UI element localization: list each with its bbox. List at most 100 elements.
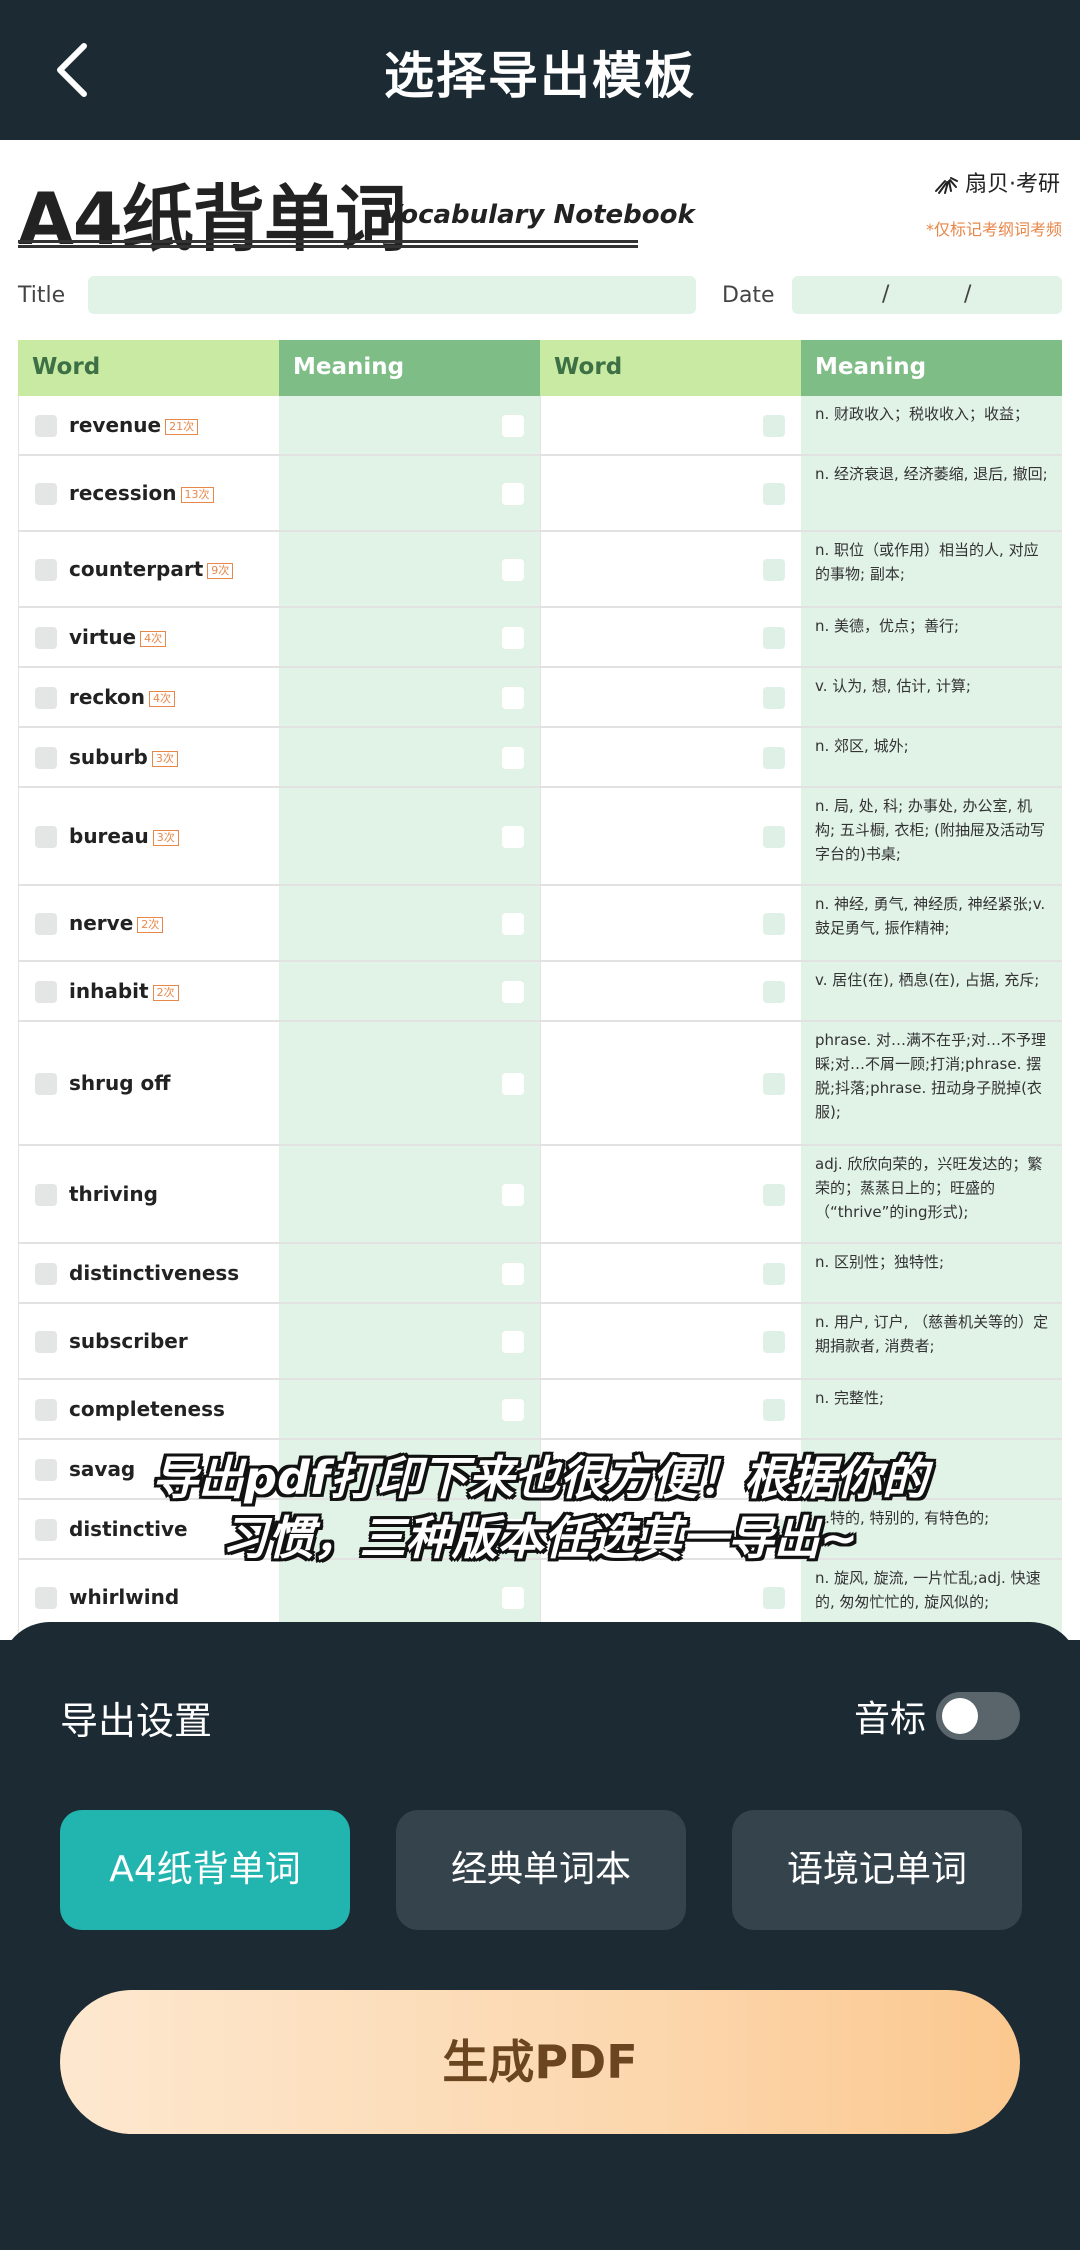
vocabulary-table: Word Meaning Word Meaning revenue 21次 n. 财… (18, 340, 1062, 1636)
word-cell: completeness (18, 1380, 279, 1438)
word-checkbox (35, 559, 57, 581)
table-row: thriving adj. 欣欣向荣的，兴旺发达的；繁荣的；蒸蒸日上的；旺盛的（“… (18, 1146, 1062, 1244)
meaning-cell: n. 财政收入；税收收入；收益； (801, 396, 1062, 454)
meaning-cell (279, 1304, 540, 1378)
word-text: suburb 3次 (69, 745, 178, 769)
word-cell: thriving (18, 1146, 279, 1242)
frequency-badge: 9次 (207, 562, 234, 579)
word-cell (540, 728, 801, 786)
date-separator: / (964, 282, 972, 307)
meaning-checkbox (502, 981, 524, 1003)
word-text: bureau 3次 (69, 824, 179, 848)
word-checkbox (763, 415, 785, 437)
frequency-badge: 21次 (165, 418, 199, 435)
word-text: nerve 2次 (69, 911, 164, 935)
meaning-cell (279, 1244, 540, 1302)
word-checkbox (35, 1263, 57, 1285)
page-title: 选择导出模板 (384, 47, 696, 105)
table-row: reckon 4次 v. 认为, 想, 估计, 计算; (18, 668, 1062, 728)
word-checkbox (763, 913, 785, 935)
word-cell (540, 608, 801, 666)
meaning-checkbox (502, 415, 524, 437)
template-option-classic[interactable]: 经典单词本 (396, 1810, 686, 1930)
meaning-text: phrase. 对…满不在乎;对…不予理睬;对…不屑一顾;打消;phrase. … (815, 1031, 1047, 1121)
meaning-cell (279, 532, 540, 606)
word-text: thriving (69, 1182, 158, 1206)
meaning-cell: n. 区别性；独特性; (801, 1244, 1062, 1302)
word-label: shrug off (69, 1071, 171, 1095)
table-row: suburb 3次 n. 郊区, 城外; (18, 728, 1062, 788)
word-checkbox (763, 627, 785, 649)
meaning-checkbox (502, 1184, 524, 1206)
table-row: counterpart 9次 n. 职位（或作用）相当的人, 对应的事物; 副本; (18, 532, 1062, 608)
word-cell: counterpart 9次 (18, 532, 279, 606)
word-cell: bureau 3次 (18, 788, 279, 884)
meaning-text: n. 区别性；独特性; (815, 1253, 945, 1271)
word-label: counterpart (69, 557, 204, 581)
word-cell (540, 1380, 801, 1438)
generate-pdf-button[interactable]: 生成PDF (60, 1990, 1020, 2134)
word-checkbox (35, 1331, 57, 1353)
meaning-cell (279, 788, 540, 884)
frequency-badge: 3次 (151, 750, 178, 767)
word-checkbox (763, 1073, 785, 1095)
meaning-checkbox (502, 1263, 524, 1285)
toggle-knob (942, 1698, 978, 1734)
shanbay-logo-icon (935, 177, 958, 194)
meaning-cell: n. 郊区, 城外; (801, 728, 1062, 786)
meaning-cell (279, 962, 540, 1020)
meaning-cell (279, 728, 540, 786)
word-cell (540, 1146, 801, 1242)
paper-title: A4纸背单词 (18, 177, 407, 261)
word-label: recession (69, 481, 177, 505)
word-checkbox (35, 415, 57, 437)
word-checkbox (35, 1399, 57, 1421)
frequency-badge: 4次 (149, 690, 176, 707)
word-label: inhabit (69, 979, 149, 1003)
table-header: Word Meaning Word Meaning (18, 340, 1062, 396)
phonetic-toggle[interactable] (936, 1692, 1020, 1740)
word-text: virtue 4次 (69, 625, 167, 649)
table-row: nerve 2次 n. 神经, 勇气, 神经质, 神经紧张;v. 鼓足勇气, 振作精… (18, 886, 1062, 962)
word-cell: recession 13次 (18, 456, 279, 530)
template-option-a4[interactable]: A4纸背单词 (60, 1810, 350, 1930)
meaning-cell (279, 456, 540, 530)
word-text: revenue 21次 (69, 413, 199, 437)
meaning-text: n. 郊区, 城外; (815, 737, 909, 755)
meaning-text: n. 用户, 订户, （慈善机关等的）定期捐款者, 消费者; (815, 1313, 1049, 1355)
word-label: completeness (69, 1397, 225, 1421)
word-cell: virtue 4次 (18, 608, 279, 666)
word-text: reckon 4次 (69, 685, 176, 709)
word-label: distinctiveness (69, 1261, 240, 1285)
template-option-context[interactable]: 语境记单词 (732, 1810, 1022, 1930)
word-text: counterpart 9次 (69, 557, 234, 581)
word-checkbox (763, 1587, 785, 1609)
word-cell (540, 396, 801, 454)
word-checkbox (763, 687, 785, 709)
sheet-title: 导出设置 (60, 1699, 213, 1743)
meaning-cell: v. 认为, 想, 估计, 计算; (801, 668, 1062, 726)
word-cell (540, 456, 801, 530)
meaning-text: n. 神经, 勇气, 神经质, 神经紧张;v. 鼓足勇气, 振作精神; (815, 895, 1046, 937)
meaning-text: n. 经济衰退, 经济萎缩, 退后, 撤回; (815, 465, 1048, 483)
word-text: subscriber (69, 1329, 188, 1353)
table-row: recession 13次 n. 经济衰退, 经济萎缩, 退后, 撤回; (18, 456, 1062, 532)
frequency-badge: 13次 (180, 486, 214, 503)
column-header-word: Word (540, 340, 801, 396)
table-row: inhabit 2次 v. 居住(在), 栖息(在), 占据, 充斥; (18, 962, 1062, 1022)
word-label: bureau (69, 824, 149, 848)
overlay-caption: 导出pdf打印下来也很方便！根据你的 习惯，三种版本任选其一导出~ (0, 1448, 1080, 1568)
word-cell (540, 1022, 801, 1144)
title-underline (18, 240, 638, 248)
caption-line: 习惯，三种版本任选其一导出~ (221, 1511, 859, 1565)
word-text: recession 13次 (69, 481, 214, 505)
meaning-text: n. 财政收入；税收收入；收益； (815, 405, 1030, 423)
meaning-checkbox (502, 1331, 524, 1353)
frequency-badge: 2次 (152, 984, 179, 1001)
word-text: completeness (69, 1397, 225, 1421)
title-field (88, 276, 696, 314)
meaning-cell (279, 1146, 540, 1242)
meaning-checkbox (502, 627, 524, 649)
word-label: suburb (69, 745, 148, 769)
meaning-text: n. 职位（或作用）相当的人, 对应的事物; 副本; (815, 541, 1039, 583)
